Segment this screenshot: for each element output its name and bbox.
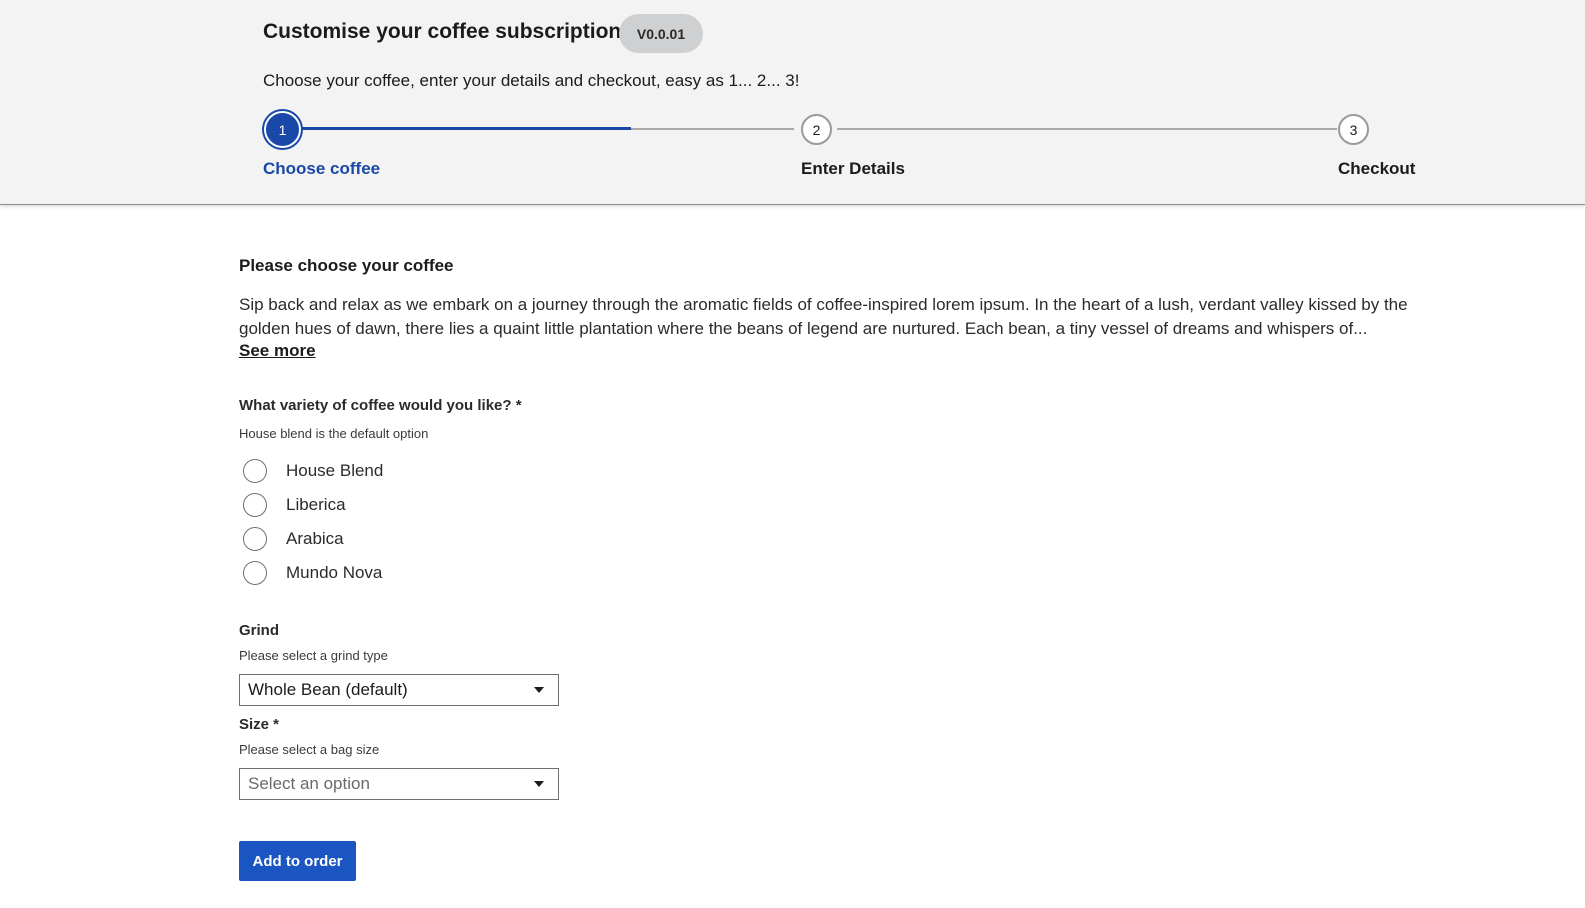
page-subtitle: Choose your coffee, enter your details a… [263,71,800,90]
step-2-label[interactable]: Enter Details [801,159,905,179]
radio-button[interactable] [243,459,267,483]
radio-label: Liberica [286,495,346,514]
radio-button[interactable] [243,561,267,585]
stepper-progress-fill [299,127,631,130]
see-more-link[interactable]: See more [239,341,316,361]
size-select-placeholder: Select an option [248,774,370,793]
step-1-label[interactable]: Choose coffee [263,159,380,179]
radio-option-arabica[interactable]: Arabica [243,527,344,551]
chevron-down-icon [534,781,544,787]
radio-button[interactable] [243,527,267,551]
radio-option-mundo-nova[interactable]: Mundo Nova [243,561,382,585]
size-label: Size * [239,716,280,733]
version-badge: V0.0.01 [619,14,703,53]
variety-hint: House blend is the default option [239,426,429,441]
grind-select-value: Whole Bean (default) [248,680,408,699]
radio-label: House Blend [286,461,384,480]
size-select[interactable]: Select an option [239,768,559,800]
radio-label: Mundo Nova [286,563,383,582]
page-title: Customise your coffee subscription [263,20,622,43]
section-heading: Please choose your coffee [239,256,454,275]
grind-hint: Please select a grind type [239,648,388,663]
add-to-order-button[interactable]: Add to order [239,841,356,881]
radio-option-house-blend[interactable]: House Blend [243,459,383,483]
radio-button[interactable] [243,493,267,517]
variety-question-label: What variety of coffee would you like? * [239,397,522,414]
step-2-indicator[interactable]: 2 [801,114,832,145]
chevron-down-icon [534,687,544,693]
radio-label: Arabica [286,529,344,548]
size-hint: Please select a bag size [239,742,380,757]
intro-paragraph: Sip back and relax as we embark on a jou… [239,295,1408,338]
page-header: Customise your coffee subscription V0.0.… [0,0,1585,205]
step-1-indicator[interactable]: 1 [266,113,299,146]
step-3-label[interactable]: Checkout [1338,159,1415,179]
grind-select[interactable]: Whole Bean (default) [239,674,559,706]
stepper-track-2 [837,128,1337,130]
step-3-indicator[interactable]: 3 [1338,114,1369,145]
grind-label: Grind [239,622,279,639]
radio-option-liberica[interactable]: Liberica [243,493,346,517]
